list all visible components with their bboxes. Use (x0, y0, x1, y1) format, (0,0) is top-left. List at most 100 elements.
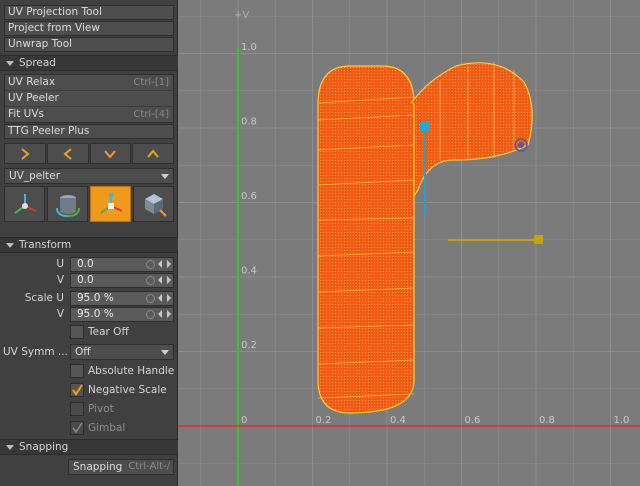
u-tick-label: 0.6 (465, 415, 481, 426)
up-button[interactable] (132, 143, 174, 164)
snapping-shortcut: Ctrl-Alt-/ (128, 461, 170, 472)
scale-v-label: V (56, 308, 64, 320)
uv-relax-shortcut: Ctrl-[1] (133, 77, 169, 88)
uv-peeler-button[interactable]: UV Peeler (5, 91, 173, 107)
spread-header-label: Spread (19, 57, 56, 69)
spinner-arrows-icon[interactable] (158, 276, 171, 285)
u-tick-label: 1.0 (614, 415, 630, 426)
u-handle-knob-icon[interactable] (534, 235, 543, 244)
v-tick-label: 0.4 (241, 266, 257, 277)
spread-header[interactable]: Spread (0, 55, 178, 71)
snapping-header[interactable]: Snapping (0, 439, 178, 455)
fit-uvs-button[interactable]: Fit UVs Ctrl-[4] (5, 107, 173, 122)
collapse-triangle-icon (6, 242, 14, 248)
negative-scale-checkbox[interactable]: Negative Scale (70, 382, 167, 398)
u-tick-label: 0.8 (539, 415, 555, 426)
checkmark-icon (72, 384, 83, 396)
spinner-arrows-icon[interactable] (158, 294, 171, 303)
next-button[interactable] (4, 143, 46, 164)
checkbox-box[interactable] (70, 421, 84, 435)
scale-v-value: 95.0 % (77, 308, 114, 320)
chevron-right-icon (21, 147, 30, 160)
v-tick-label: 0.6 (241, 191, 257, 202)
transform-tool-button[interactable] (4, 186, 45, 222)
v-label: V (56, 274, 64, 286)
down-button[interactable] (89, 143, 132, 164)
tool-icon-bar (4, 186, 174, 222)
checkbox-box[interactable] (70, 383, 84, 397)
u-tick-labels: -0.200.20.40.60.81.0 (241, 415, 630, 426)
checkbox-box[interactable] (70, 402, 84, 416)
snapping-header-label: Snapping (19, 441, 69, 453)
previous-button[interactable] (46, 143, 89, 164)
gimbal-checkbox[interactable]: Gimbal (70, 420, 125, 436)
uv-relax-label: UV Relax (8, 76, 56, 88)
uv-symmetry-label: UV Symm ... (3, 346, 68, 358)
scale-v-field[interactable]: 95.0 % (70, 307, 174, 322)
uv-symmetry-select[interactable]: Off (70, 344, 174, 360)
negative-scale-label: Negative Scale (88, 384, 167, 396)
uv-tools-panel: UV Projection Tool Project from View Unw… (0, 0, 178, 486)
v-offset-field[interactable]: 0.0 (70, 273, 174, 288)
snapping-button[interactable]: Snapping Ctrl-Alt-/ (68, 459, 174, 475)
uv-peeler-label: UV Peeler (8, 92, 59, 104)
arrow-button-bar (4, 143, 174, 164)
u-tick-label: 0.2 (316, 415, 332, 426)
collapse-triangle-icon (6, 444, 14, 450)
tear-off-checkbox[interactable]: Tear Off (70, 324, 129, 340)
snapping-button-label: Snapping (73, 461, 123, 473)
unwrap-tool-button[interactable]: Unwrap Tool (4, 37, 174, 52)
reset-knob-icon[interactable] (146, 310, 155, 319)
chevron-down-icon (161, 174, 169, 179)
uv-symmetry-value: Off (75, 346, 91, 358)
chevron-down-icon (161, 350, 169, 355)
box-project-icon (144, 194, 167, 217)
spinner-arrows-icon[interactable] (158, 310, 171, 319)
rotate-cylinder-icon (55, 195, 80, 217)
checkbox-box[interactable] (70, 364, 84, 378)
transform-gizmo-icon (13, 194, 36, 214)
checkmark-icon (72, 422, 83, 434)
transform-header[interactable]: Transform (0, 237, 178, 253)
scale-gizmo-icon (99, 193, 122, 214)
reset-knob-icon[interactable] (146, 276, 155, 285)
uv-projection-tool-button[interactable]: UV Projection Tool (4, 5, 174, 20)
spread-group: UV Relax Ctrl-[1] UV Peeler Fit UVs Ctrl-[… (4, 74, 174, 123)
uv-viewport[interactable]: +V 1.00.80.60.40.2 -0.200.20.40.60.81.0 (178, 0, 640, 486)
v-handle-knob-icon[interactable] (420, 121, 430, 131)
absolute-handle-label: Absolute Handle (88, 365, 175, 377)
checkbox-box[interactable] (70, 325, 84, 339)
transform-header-label: Transform (19, 239, 72, 251)
u-offset-field[interactable]: 0.0 (70, 257, 174, 272)
gimbal-label: Gimbal (88, 422, 126, 434)
rotate-tool-button[interactable] (47, 186, 88, 222)
project-from-view-button[interactable]: Project from View (4, 21, 174, 36)
uv-map-select[interactable]: UV_pelter (4, 168, 174, 184)
uv-grid-canvas[interactable]: +V 1.00.80.60.40.2 -0.200.20.40.60.81.0 (178, 0, 640, 486)
absolute-handle-checkbox[interactable]: Absolute Handle (70, 363, 174, 379)
box-projection-button[interactable] (133, 186, 174, 222)
scale-u-field[interactable]: 95.0 % (70, 291, 174, 306)
uv-island-shell[interactable] (282, 62, 533, 425)
ttg-peeler-plus-button[interactable]: TTG Peeler Plus (4, 124, 174, 139)
pivot-checkbox[interactable]: Pivot (70, 401, 114, 417)
tear-off-label: Tear Off (88, 326, 129, 338)
collapse-triangle-icon (6, 60, 14, 66)
u-label: U (56, 258, 64, 270)
uv-map-select-value: UV_pelter (9, 170, 61, 182)
uv-relax-button[interactable]: UV Relax Ctrl-[1] (5, 75, 173, 91)
v-tick-label: 0.2 (241, 340, 257, 351)
scale-tool-button[interactable] (90, 186, 131, 222)
spinner-arrows-icon[interactable] (158, 260, 171, 269)
u-offset-value: 0.0 (77, 258, 94, 270)
chevron-down-icon (104, 149, 117, 159)
reset-knob-icon[interactable] (146, 260, 155, 269)
reset-knob-icon[interactable] (146, 294, 155, 303)
scale-u-label: Scale U (24, 292, 64, 304)
u-tick-label: 0 (241, 415, 247, 426)
chevron-left-icon (63, 147, 72, 160)
v-offset-value: 0.0 (77, 274, 94, 286)
fit-uvs-shortcut: Ctrl-[4] (133, 109, 169, 120)
v-tick-label: 0.8 (241, 117, 257, 128)
v-tick-labels: 1.0 0.8 0.6 0.4 0.2 (241, 42, 257, 351)
